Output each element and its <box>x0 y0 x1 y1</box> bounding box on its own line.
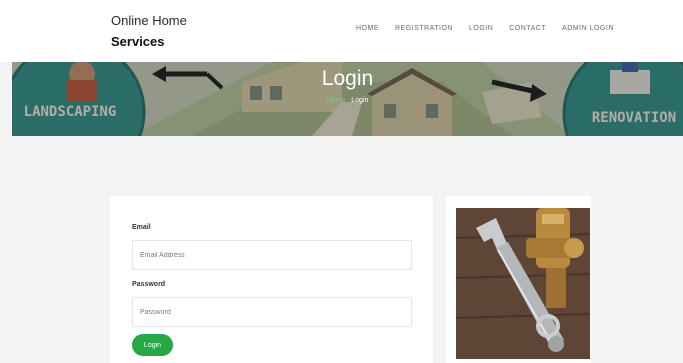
page-title: Login <box>321 67 374 90</box>
breadcrumb-home-link[interactable]: Home <box>327 97 346 104</box>
brand-line-2: Services <box>111 34 165 49</box>
brand-logo[interactable]: Online Home Services <box>111 12 187 51</box>
email-field[interactable] <box>132 240 412 270</box>
brand-line-1: Online Home <box>111 13 187 28</box>
side-image-card <box>446 196 591 363</box>
nav-contact[interactable]: CONTACT <box>509 25 546 32</box>
password-label: Password <box>132 281 166 288</box>
main-nav: HOME REGISTRATION LOGIN CONTACT ADMIN LO… <box>356 25 630 32</box>
breadcrumb: Home Login <box>12 97 683 104</box>
nav-registration[interactable]: REGISTRATION <box>395 25 453 32</box>
nav-home[interactable]: HOME <box>356 25 379 32</box>
site-header: Online Home Services HOME REGISTRATION L… <box>0 0 683 62</box>
login-button[interactable]: Login <box>132 334 173 356</box>
nav-admin-login[interactable]: ADMIN LOGIN <box>562 25 614 32</box>
nav-login[interactable]: LOGIN <box>469 25 493 32</box>
password-field[interactable] <box>132 297 412 327</box>
plumbing-tools-image <box>456 208 590 359</box>
breadcrumb-current: Login <box>351 97 369 104</box>
page-banner: LANDSCAPING RENOVATION Login Home Login <box>12 62 683 136</box>
email-label: Email <box>132 224 151 231</box>
